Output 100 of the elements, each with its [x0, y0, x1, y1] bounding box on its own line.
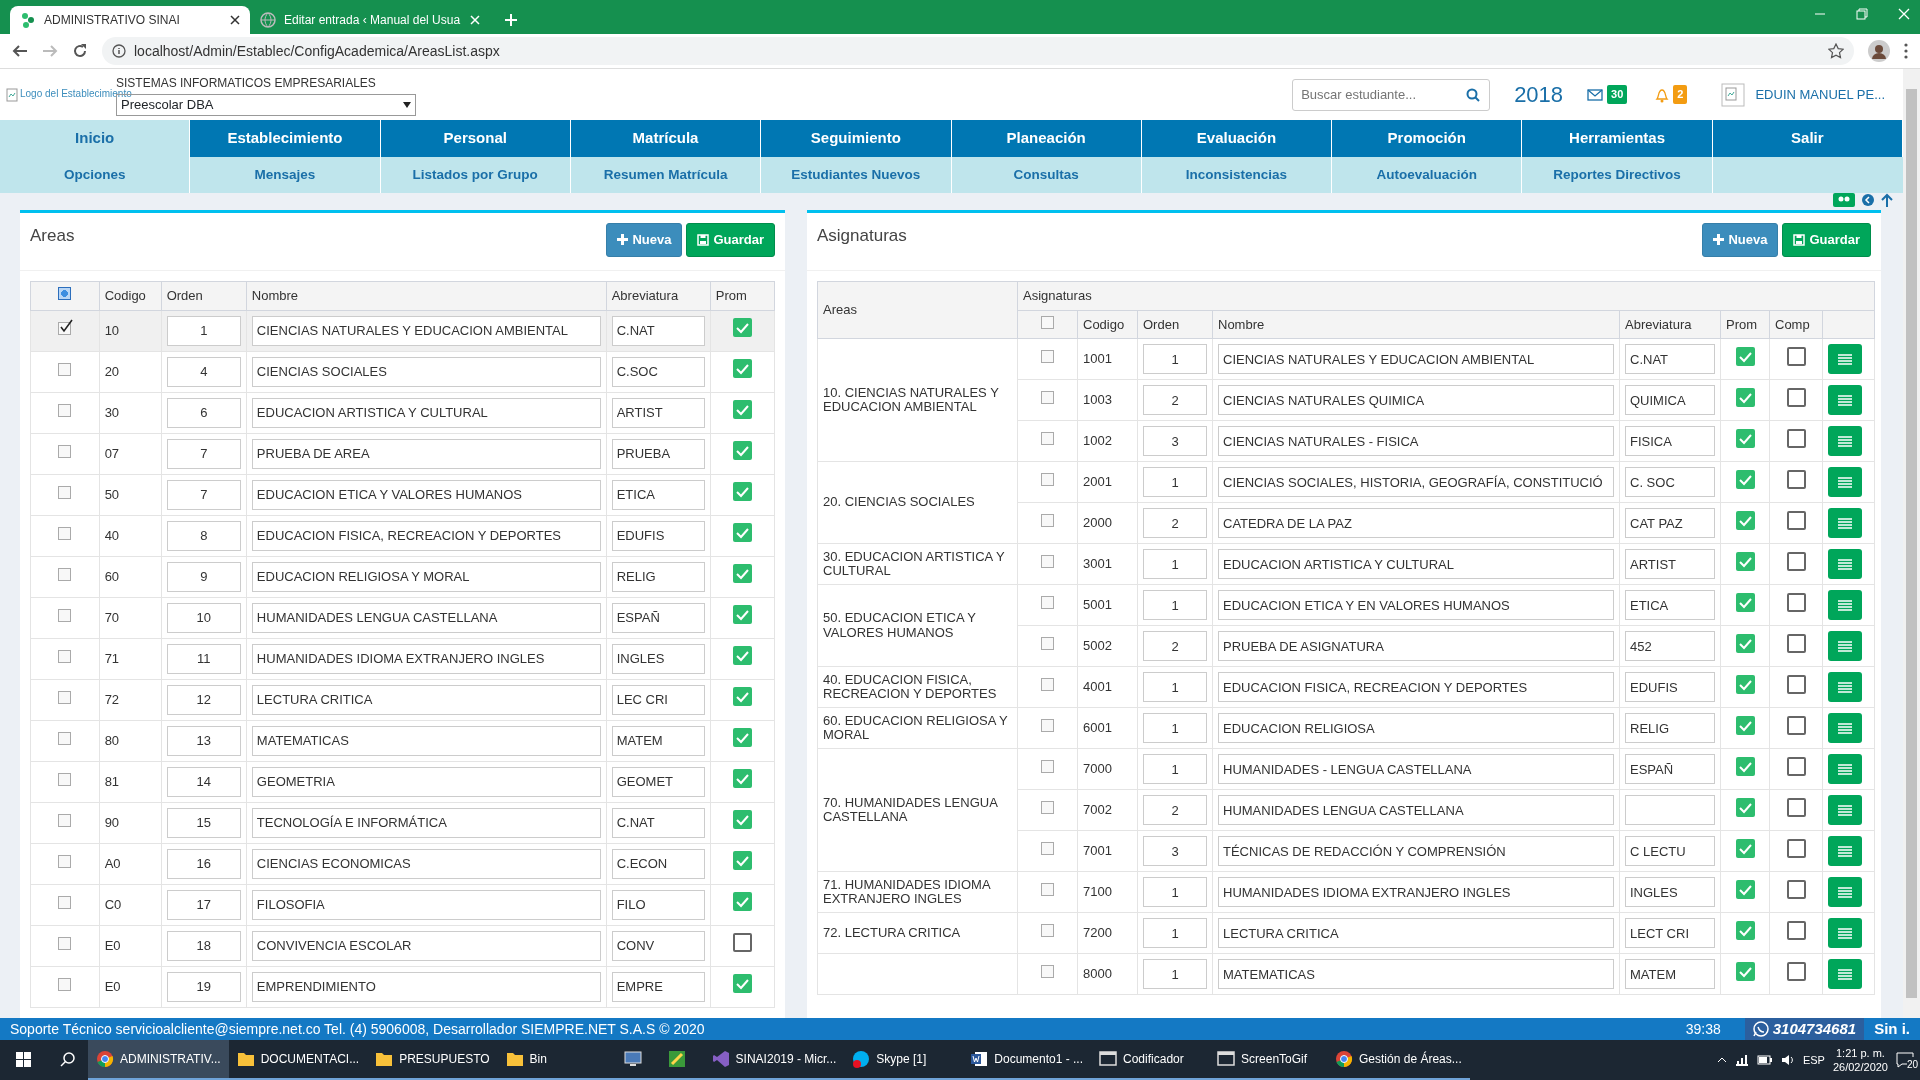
menu-item[interactable]: Personal: [380, 120, 571, 157]
order-field[interactable]: 1: [1143, 467, 1207, 497]
checkbox[interactable]: [732, 769, 752, 789]
abbreviation-field[interactable]: [1625, 795, 1715, 825]
checkbox[interactable]: [732, 318, 752, 338]
list-button[interactable]: [1828, 918, 1862, 948]
abbreviation-field[interactable]: ESPAÑ: [611, 602, 705, 633]
checkbox[interactable]: [1735, 674, 1755, 694]
checkbox[interactable]: [732, 400, 752, 420]
order-field[interactable]: 1: [1143, 590, 1207, 620]
checkbox[interactable]: [58, 813, 72, 827]
checkbox[interactable]: [1735, 428, 1755, 448]
menu-item[interactable]: Salir: [1712, 120, 1903, 157]
checkbox[interactable]: [1041, 883, 1054, 897]
name-field[interactable]: TECNOLOGÍA E INFORMÁTICA: [251, 807, 601, 838]
menu-item[interactable]: Seguimiento: [761, 120, 952, 157]
avatar-icon[interactable]: [1868, 40, 1890, 62]
list-button[interactable]: [1828, 344, 1862, 374]
taskbar-item[interactable]: Documento1 - ...: [962, 1040, 1092, 1080]
name-field[interactable]: LECTURA CRITICA: [251, 684, 601, 715]
checkbox[interactable]: [1735, 838, 1755, 858]
up-arrow-icon[interactable]: [1881, 193, 1893, 207]
name-field[interactable]: TÉCNICAS DE REDACCIÓN Y COMPRENSIÓN: [1218, 836, 1614, 866]
checkbox[interactable]: [58, 567, 72, 581]
list-button[interactable]: [1828, 508, 1862, 538]
name-field[interactable]: FILOSOFIA: [251, 889, 601, 920]
order-field[interactable]: 3: [1143, 426, 1207, 456]
checkbox[interactable]: [732, 728, 752, 748]
phone-badge[interactable]: 3104734681: [1744, 1018, 1865, 1040]
submenu-link[interactable]: Mensajes: [190, 157, 381, 193]
name-field[interactable]: MATEMATICAS: [1218, 959, 1614, 989]
order-field[interactable]: 2: [1143, 631, 1207, 661]
checkbox[interactable]: [732, 974, 752, 994]
checkbox[interactable]: [1735, 879, 1755, 899]
checkbox[interactable]: [732, 933, 752, 953]
checkbox[interactable]: [732, 810, 752, 830]
url-text[interactable]: localhost/Admin/Establec/ConfigAcademica/AreasList.aspx: [134, 40, 500, 62]
checkbox[interactable]: [1735, 756, 1755, 776]
abbreviation-field[interactable]: INGLES: [1625, 877, 1715, 907]
checkbox[interactable]: [1786, 592, 1806, 612]
order-field[interactable]: 2: [1143, 508, 1207, 538]
abbreviation-field[interactable]: CAT PAZ: [1625, 508, 1715, 538]
taskbar-item[interactable]: DOCUMENTACI...: [228, 1040, 368, 1080]
checkbox[interactable]: [58, 321, 72, 335]
more-icon[interactable]: [1904, 43, 1908, 59]
list-button[interactable]: [1828, 713, 1862, 743]
checkbox[interactable]: [1735, 510, 1755, 530]
taskbar-item[interactable]: Gestión de Áreas...: [1327, 1040, 1470, 1080]
checkbox[interactable]: [1041, 842, 1054, 856]
order-field[interactable]: 18: [166, 930, 241, 961]
name-field[interactable]: EDUCACION ETICA Y VALORES HUMANOS: [251, 479, 601, 510]
abbreviation-field[interactable]: CONV: [611, 930, 705, 961]
submenu-link[interactable]: Autoevaluación: [1332, 157, 1523, 193]
menu-item[interactable]: Inicio: [0, 120, 191, 157]
checkbox[interactable]: [1041, 637, 1054, 651]
close-icon[interactable]: [230, 15, 240, 25]
abbreviation-field[interactable]: QUIMICA: [1625, 385, 1715, 415]
taskbar-item[interactable]: Skype [1]: [844, 1040, 963, 1080]
checkbox[interactable]: [1786, 469, 1806, 489]
checkbox[interactable]: [1786, 920, 1806, 940]
name-field[interactable]: CIENCIAS NATURALES QUIMICA: [1218, 385, 1614, 415]
order-field[interactable]: 7: [166, 479, 241, 510]
chevron-up-icon[interactable]: [1716, 1057, 1727, 1063]
name-field[interactable]: MATEMATICAS: [251, 725, 601, 756]
submenu-link[interactable]: Resumen Matrícula: [570, 157, 762, 193]
abbreviation-field[interactable]: 452: [1625, 631, 1715, 661]
name-field[interactable]: EDUCACION RELIGIOSA Y MORAL: [251, 561, 601, 592]
taskbar-item[interactable]: ADMINISTRATIV...: [88, 1040, 229, 1080]
list-button[interactable]: [1828, 467, 1862, 497]
submenu-link[interactable]: Consultas: [951, 157, 1142, 193]
link[interactable]: servicioalcliente@siempre.net.co: [115, 1020, 321, 1037]
checkbox[interactable]: [1041, 801, 1054, 815]
name-field[interactable]: EMPRENDIMIENTO: [251, 971, 601, 1002]
mail-icon[interactable]: [1587, 88, 1604, 101]
back-circle-icon[interactable]: [1861, 193, 1875, 207]
checkbox[interactable]: [58, 854, 72, 868]
checkbox[interactable]: [732, 892, 752, 912]
new-button[interactable]: Nueva: [606, 223, 683, 257]
checkbox[interactable]: [58, 287, 72, 300]
checkbox[interactable]: [1735, 961, 1755, 981]
order-field[interactable]: 6: [166, 397, 241, 428]
abbreviation-field[interactable]: MATEM: [611, 725, 705, 756]
order-field[interactable]: 13: [166, 725, 241, 756]
checkbox[interactable]: [1041, 315, 1054, 329]
checkbox[interactable]: [1786, 756, 1806, 776]
name-field[interactable]: EDUCACION FISICA, RECREACION Y DEPORTES: [251, 520, 601, 551]
name-field[interactable]: CONVIVENCIA ESCOLAR: [251, 930, 601, 961]
abbreviation-field[interactable]: FISICA: [1625, 426, 1715, 456]
list-button[interactable]: [1828, 754, 1862, 784]
checkbox[interactable]: [1735, 920, 1755, 940]
name-field[interactable]: CIENCIAS SOCIALES: [251, 356, 601, 387]
star-icon[interactable]: [1828, 43, 1844, 59]
abbreviation-field[interactable]: ARTIST: [1625, 549, 1715, 579]
checkbox[interactable]: [1786, 879, 1806, 899]
checkbox[interactable]: [1041, 596, 1054, 610]
checkbox[interactable]: [1786, 961, 1806, 981]
checkbox[interactable]: [58, 608, 72, 622]
abbreviation-field[interactable]: C LECTU: [1625, 836, 1715, 866]
checkbox[interactable]: [1786, 551, 1806, 571]
menu-item[interactable]: Herramientas: [1522, 120, 1713, 157]
